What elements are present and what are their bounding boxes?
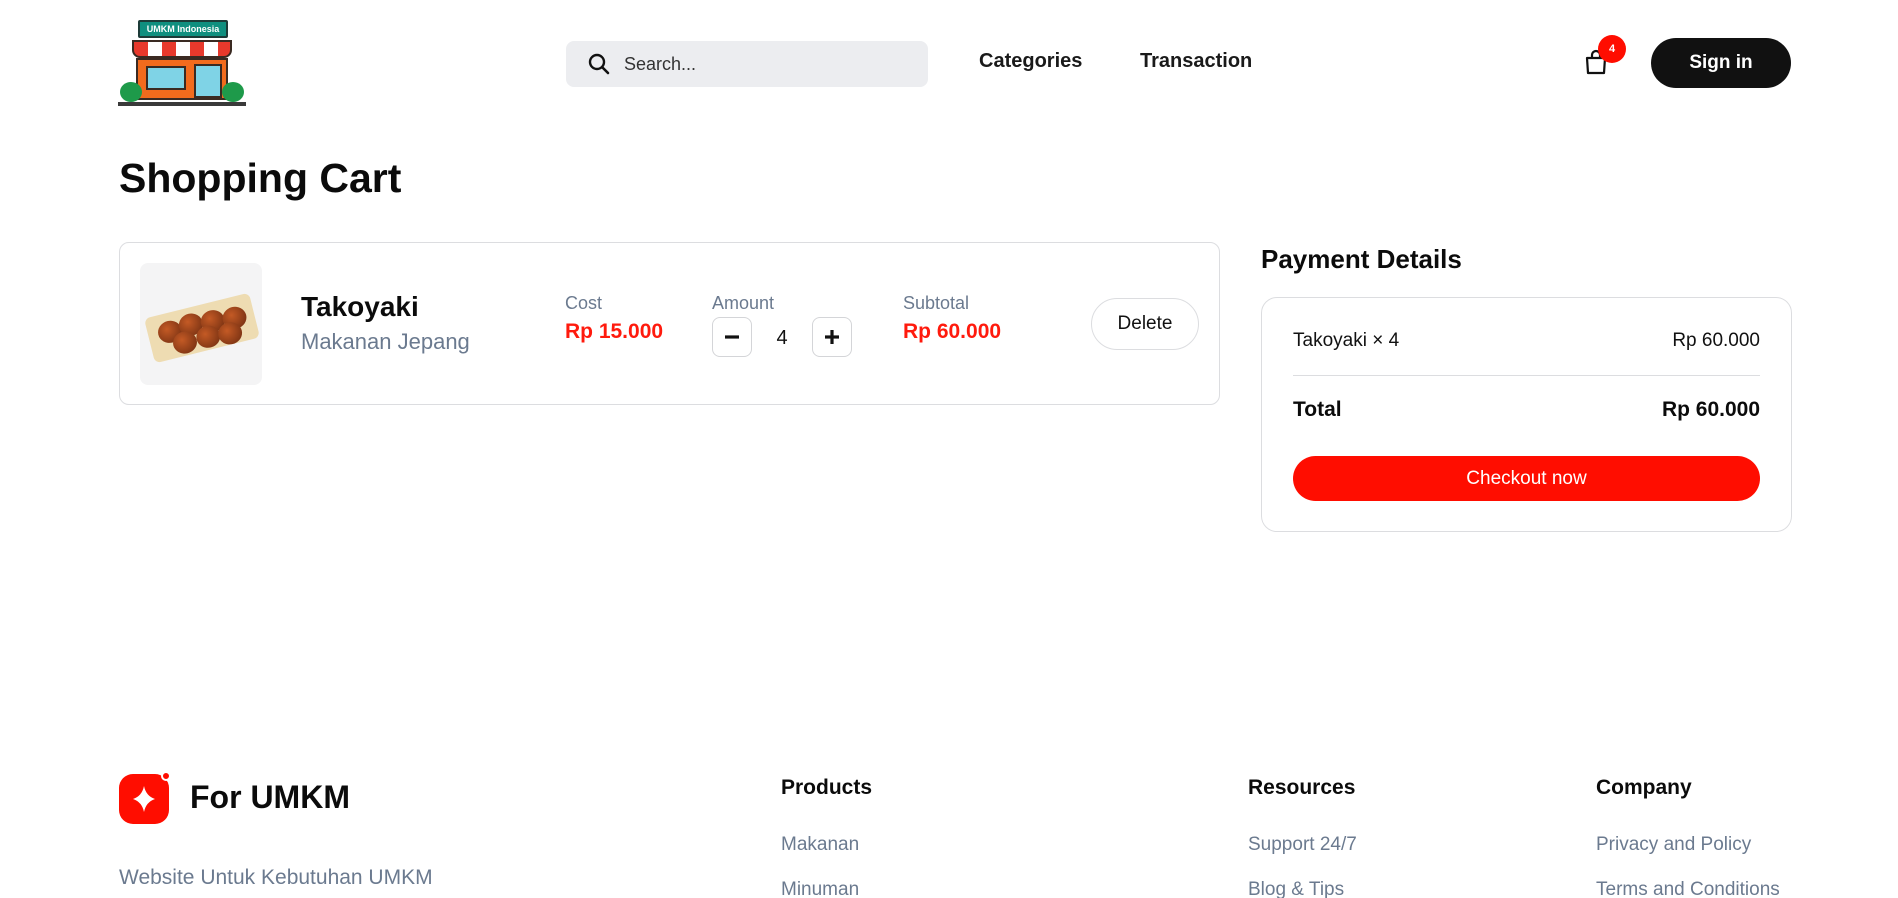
footer-tagline: Website Untuk Kebutuhan UMKM [119,866,433,889]
footer-heading-resources: Resources [1248,776,1356,799]
page-title: Shopping Cart [119,155,402,201]
checkout-button[interactable]: Checkout now [1293,456,1760,501]
logo-window [146,66,186,90]
divider [1293,375,1760,376]
product-category: Makanan Jepang [301,329,470,354]
amount-label: Amount [712,293,775,313]
footer-link-privacy[interactable]: Privacy and Policy [1596,834,1751,856]
sign-in-button[interactable]: Sign in [1651,38,1791,88]
subtotal-value: Rp 60.000 [903,320,1002,343]
cost-value: Rp 15.000 [565,320,664,343]
search-icon [588,53,610,75]
footer-link-support[interactable]: Support 24/7 [1248,834,1357,856]
product-name: Takoyaki [301,291,419,322]
brand-logo-icon [119,772,171,824]
total-label: Total [1293,398,1342,421]
footer-link-blog[interactable]: Blog & Tips [1248,879,1344,898]
payment-details-title: Payment Details [1261,244,1462,274]
footer-heading-products: Products [781,776,873,799]
delete-item-button[interactable]: Delete [1091,298,1199,350]
cart-count-badge: 4 [1598,35,1626,63]
increase-quantity-button[interactable] [812,317,852,357]
logo-ground [118,102,246,106]
logo-door [194,64,222,98]
decrease-quantity-button[interactable] [712,317,752,357]
plus-icon [825,330,839,344]
logo-sign: UMKM Indonesia [138,20,228,38]
cost-label: Cost [565,293,603,313]
cart-item-card: Takoyaki Makanan Jepang Cost Rp 15.000 A… [119,242,1220,405]
search-input[interactable] [624,41,914,87]
quantity-value[interactable]: 4 [760,327,804,350]
footer-link-terms[interactable]: Terms and Conditions [1596,879,1780,898]
logo-bush [222,82,244,102]
minus-icon [725,335,739,339]
product-image [140,263,262,385]
nav-categories[interactable]: Categories [979,50,1082,73]
footer-link-makanan[interactable]: Makanan [781,834,859,856]
store-logo[interactable]: UMKM Indonesia [118,20,246,106]
search-bar[interactable] [566,41,928,87]
footer-brand: For UMKM [190,779,350,815]
site-header: UMKM Indonesia Categories Transaction 4 … [0,0,1898,120]
total-value: Rp 60.000 [1661,398,1760,421]
summary-line-value: Rp 60.000 [1672,330,1760,351]
logo-awning [132,40,232,58]
footer-link-minuman[interactable]: Minuman [781,879,859,898]
logo-storefront [136,58,228,100]
nav-transaction[interactable]: Transaction [1140,50,1252,73]
summary-line-item: Takoyaki × 4 [1293,330,1400,351]
logo-bush [120,82,142,102]
subtotal-label: Subtotal [903,293,970,313]
payment-summary-card: Takoyaki × 4 Rp 60.000 Total Rp 60.000 C… [1261,297,1792,532]
food-tray [144,292,260,364]
footer-heading-company: Company [1596,776,1692,799]
